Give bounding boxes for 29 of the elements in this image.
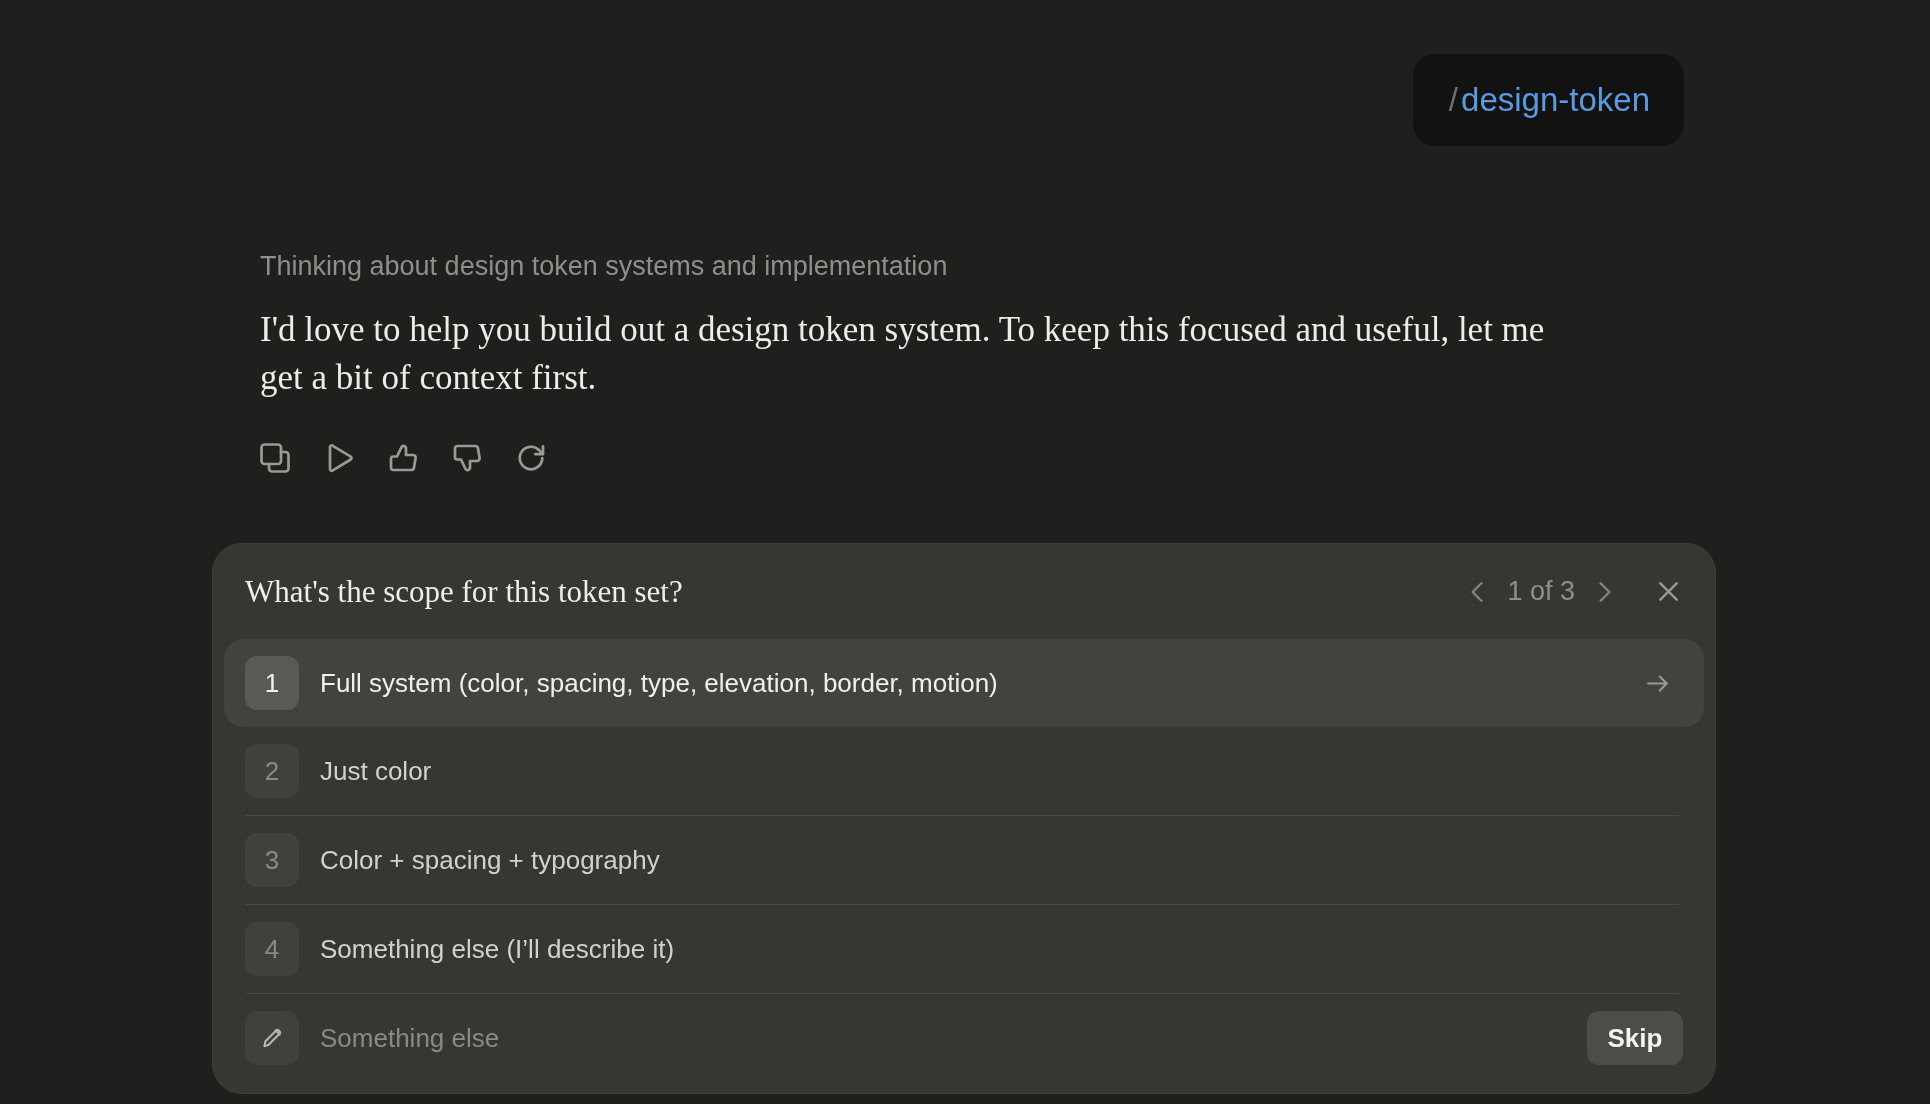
option-row[interactable]: 4 Something else (I’ll describe it): [224, 905, 1704, 993]
chevron-left-icon[interactable]: [1471, 581, 1484, 602]
thumbs-up-icon[interactable]: [388, 443, 418, 473]
assistant-message: I'd love to help you build out a design token system. To keep this focused and useful, let me get a bit of context first.: [260, 309, 1546, 399]
option-row[interactable]: 1 Full system (color, spacing, type, elevation, border, motion): [224, 639, 1704, 727]
option-label: Just color: [320, 755, 433, 787]
input-field[interactable]: Something else: [320, 1018, 1587, 1058]
option-label: Full system (color, spacing, type, elevation, border, motion): [320, 667, 999, 699]
arrow-right-icon: [1647, 674, 1668, 692]
skip-button[interactable]: Skip: [1587, 1011, 1683, 1065]
question-title: What's the scope for this token set?: [245, 573, 683, 610]
option-label: Color + spacing + typography: [320, 844, 661, 876]
thumbs-down-icon[interactable]: [452, 443, 482, 473]
option-number: 1: [245, 656, 299, 710]
option-label: Something else (I’ll describe it): [320, 933, 676, 965]
retry-icon[interactable]: [516, 443, 546, 473]
option-number: 3: [245, 833, 299, 887]
command-name: design-token: [1461, 81, 1650, 119]
option-row[interactable]: 2 Just color: [224, 727, 1704, 815]
option-row[interactable]: 3 Color + spacing + typography: [224, 816, 1704, 904]
option-number: 2: [245, 744, 299, 798]
pencil-icon: [245, 1011, 299, 1065]
copy-icon[interactable]: [260, 443, 290, 473]
slash-prefix: /: [1448, 81, 1459, 119]
pager-text: 1 of 3: [1507, 576, 1575, 607]
chevron-right-icon[interactable]: [1599, 581, 1611, 602]
close-icon[interactable]: [1659, 582, 1678, 601]
thinking-summary[interactable]: Thinking about design token systems and implementation: [260, 250, 948, 282]
option-number: 4: [245, 922, 299, 976]
